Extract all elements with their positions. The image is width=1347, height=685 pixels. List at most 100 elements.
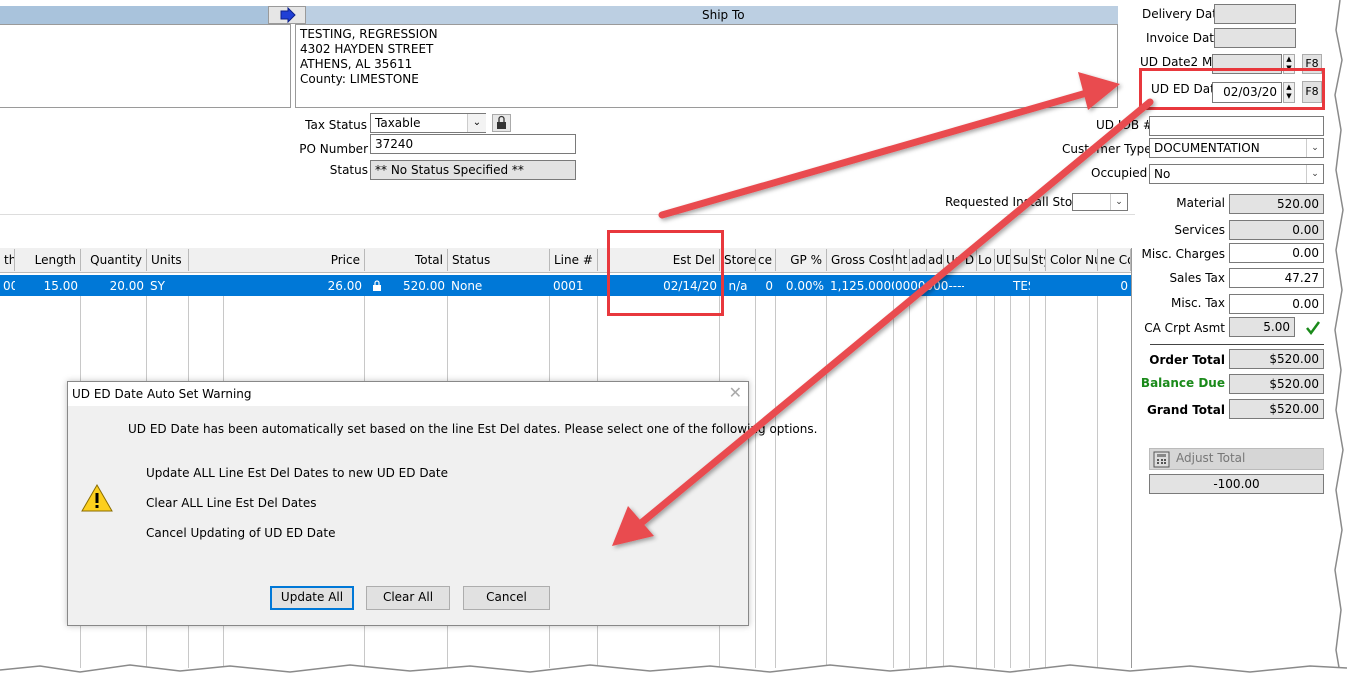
dialog-message: UD ED Date has been automatically set ba…: [128, 422, 818, 436]
ca-crpt-asmt-label: CA Crpt Asmt: [1144, 321, 1225, 335]
col-header-quantity[interactable]: Quantity: [81, 249, 147, 271]
dialog-option-2: Clear ALL Line Est Del Dates: [146, 496, 317, 510]
customer-type-label: Customer Type: [1062, 142, 1152, 156]
ud-date2-label: UD Date2 MD: [1140, 55, 1222, 69]
sales-tax-field[interactable]: 47.27: [1229, 268, 1324, 288]
col-header-ce[interactable]: ce: [756, 249, 776, 271]
ship-to-address-box[interactable]: TESTING, REGRESSION 4302 HAYDEN STREET A…: [295, 24, 1118, 108]
grid-col-line: [755, 296, 756, 668]
cell-su: TES: [1013, 279, 1030, 293]
cell-price: 26.00: [327, 279, 362, 293]
occupied-dropdown[interactable]: No ⌄: [1149, 164, 1324, 184]
ca-crpt-asmt-value: 5.00: [1229, 317, 1295, 337]
copy-address-button[interactable]: [268, 6, 306, 24]
col-header-store[interactable]: Store: [720, 249, 756, 271]
grid-col-line: [1097, 296, 1098, 668]
cell-units: SY: [150, 279, 165, 293]
services-label: Services: [1174, 223, 1225, 237]
order-total-label: Order Total: [1149, 353, 1225, 367]
invoice-date-field[interactable]: [1214, 28, 1296, 48]
cancel-button[interactable]: Cancel: [463, 586, 550, 610]
misc-charges-label: Misc. Charges: [1141, 247, 1225, 261]
ship-to-header: Ship To: [702, 8, 745, 22]
ship-to-line-2: 4302 HAYDEN STREET: [300, 42, 434, 56]
cell-total: 520.00: [403, 279, 445, 293]
occupied-label: Occupied: [1091, 166, 1148, 180]
col-header-us[interactable]: Us D: [944, 249, 977, 271]
col-header-ad-2[interactable]: ad: [927, 249, 944, 271]
col-header-price[interactable]: Price: [224, 249, 365, 271]
adjust-total-button[interactable]: Adjust Total: [1149, 448, 1324, 470]
col-header-gp[interactable]: GP %: [776, 249, 827, 271]
order-total-value: $520.00: [1229, 349, 1324, 369]
cell-store: n/a: [728, 279, 748, 293]
material-value: 520.00: [1229, 194, 1324, 214]
grid-col-line: [909, 296, 910, 668]
adjust-total-field[interactable]: -100.00: [1149, 474, 1324, 494]
grand-total-label: Grand Total: [1147, 403, 1225, 417]
cell-width: 00: [3, 279, 15, 293]
lock-icon: [497, 115, 506, 129]
warning-dialog: UD ED Date Auto Set Warning ✕ UD ED Date…: [67, 381, 817, 626]
customer-type-value: DOCUMENTATION: [1154, 141, 1260, 155]
torn-bottom-edge: [0, 664, 1347, 685]
cell-gross-cost: 1,125.0000: [830, 279, 894, 293]
torn-edge: [1334, 0, 1347, 685]
cell-status: None: [451, 279, 483, 293]
col-header-su[interactable]: Su: [1011, 249, 1030, 271]
sales-tax-label: Sales Tax: [1169, 271, 1225, 285]
col-header-sty[interactable]: Sty: [1030, 249, 1046, 271]
chevron-down-icon[interactable]: ⌄: [467, 114, 486, 132]
ud-job-label: UD JOB #: [1096, 118, 1153, 132]
col-header-ad-1[interactable]: ad: [910, 249, 927, 271]
delivery-date-field[interactable]: [1214, 4, 1296, 24]
close-icon[interactable]: ✕: [729, 383, 742, 402]
grid-col-line: [1045, 296, 1046, 668]
material-label: Material: [1176, 196, 1225, 210]
sold-to-address-box[interactable]: [0, 24, 291, 108]
col-header-color[interactable]: Color Nu: [1046, 249, 1098, 271]
dialog-option-3: Cancel Updating of UD ED Date: [146, 526, 336, 540]
services-value: 0.00: [1229, 220, 1324, 240]
col-header-ne[interactable]: ne Co: [1098, 249, 1131, 271]
occupied-value: No: [1154, 167, 1171, 181]
cell-ne: 0: [1120, 279, 1128, 293]
ship-to-line-4: County: LIMESTONE: [300, 72, 419, 86]
misc-charges-field[interactable]: 0.00: [1229, 243, 1324, 263]
col-header-status[interactable]: Status: [448, 249, 550, 271]
grid-col-line: [826, 296, 827, 668]
col-header-ud[interactable]: UD: [995, 249, 1011, 271]
col-header-lo[interactable]: Lo: [977, 249, 995, 271]
clear-all-button[interactable]: Clear All: [366, 586, 450, 610]
grid-col-line: [976, 296, 977, 668]
chevron-down-icon: ⌄: [1110, 194, 1127, 210]
status-field[interactable]: ** No Status Specified **: [370, 160, 576, 180]
col-header-width[interactable]: th: [0, 249, 15, 271]
col-header-gross-cost[interactable]: Gross Cost: [827, 249, 894, 271]
po-number-label: PO Number: [299, 142, 368, 156]
col-header-total[interactable]: Total: [365, 249, 448, 271]
grid-col-line: [893, 296, 894, 668]
misc-tax-field[interactable]: 0.00: [1229, 294, 1324, 314]
grand-total-value: $520.00: [1229, 399, 1324, 419]
status-label: Status: [329, 163, 368, 177]
ship-to-line-3: ATHENS, AL 35611: [300, 57, 413, 71]
grid-tab-strip: [0, 214, 1135, 215]
ship-to-line-1: TESTING, REGRESSION: [300, 27, 438, 41]
ud-job-field[interactable]: [1149, 116, 1324, 136]
col-header-ht[interactable]: ht: [894, 249, 910, 271]
grid-col-line: [775, 296, 776, 668]
cell-quantity: 20.00: [109, 279, 144, 293]
col-header-line[interactable]: Line #: [550, 249, 598, 271]
ud-ed-date-highlight-box: [1139, 68, 1325, 110]
customer-type-dropdown[interactable]: DOCUMENTATION ⌄: [1149, 138, 1324, 158]
requested-install-store-label: Requested Install Store: [945, 195, 1085, 209]
col-header-units[interactable]: Units: [147, 249, 189, 271]
po-number-field[interactable]: 37240: [370, 134, 576, 154]
requested-install-store-dropdown[interactable]: ⌄: [1072, 193, 1128, 211]
lock-button[interactable]: [492, 114, 511, 132]
grid-col-line: [926, 296, 927, 668]
cell-length: 15.00: [43, 279, 78, 293]
col-header-length[interactable]: Length: [15, 249, 81, 271]
update-all-button[interactable]: Update All: [270, 586, 354, 610]
